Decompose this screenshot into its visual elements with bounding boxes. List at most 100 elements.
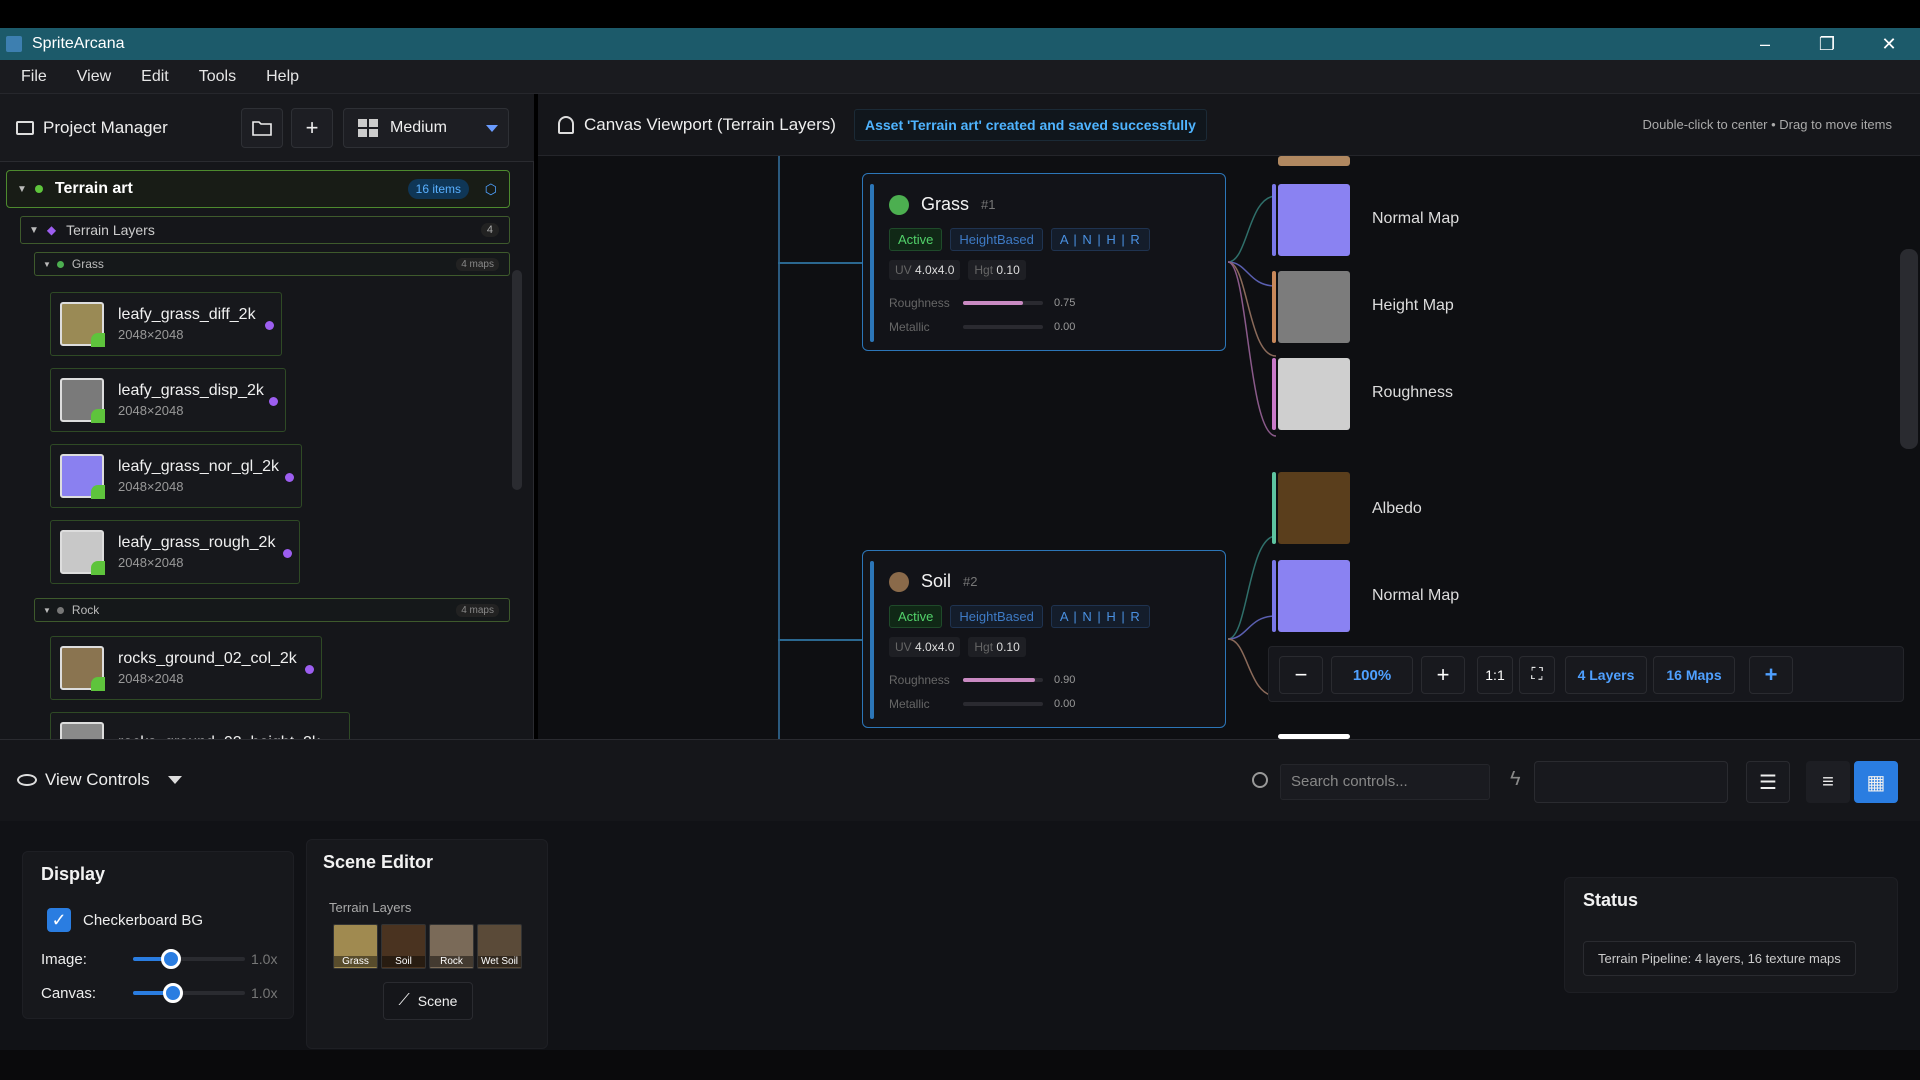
layer-node-soil[interactable]: Soil #2 Active HeightBased A | N | H | R… bbox=[862, 550, 1226, 728]
maps-count-button[interactable]: 16 Maps bbox=[1653, 656, 1735, 694]
metallic-slider[interactable] bbox=[963, 702, 1043, 706]
expand-arrow-icon[interactable]: ▼ bbox=[43, 606, 51, 615]
terrain-layer-thumb[interactable]: Soil bbox=[381, 924, 426, 969]
quick-action-input[interactable] bbox=[1534, 761, 1728, 803]
terrain-layer-thumb[interactable]: Grass bbox=[333, 924, 378, 969]
metallic-row: Metallic 0.00 bbox=[889, 697, 1189, 711]
expand-arrow-icon[interactable]: ▼ bbox=[17, 184, 27, 195]
add-layer-button[interactable]: + bbox=[1749, 656, 1793, 694]
channels-badge[interactable]: A | N | H | R bbox=[1050, 605, 1150, 628]
menu-file[interactable]: File bbox=[21, 68, 47, 86]
menu-tools[interactable]: Tools bbox=[199, 68, 236, 86]
success-toast: Asset 'Terrain art' created and saved su… bbox=[853, 108, 1207, 141]
expand-arrow-icon[interactable]: ▼ bbox=[43, 260, 51, 269]
list-item[interactable]: rocks_ground_02_height_2k bbox=[50, 712, 350, 739]
map-count: 4 maps bbox=[456, 603, 499, 617]
expand-arrow-icon[interactable]: ▼ bbox=[29, 225, 39, 236]
folder-icon bbox=[16, 120, 34, 135]
view-controls-toggle[interactable]: View Controls bbox=[17, 770, 182, 790]
blend-mode-badge[interactable]: HeightBased bbox=[950, 228, 1043, 251]
bolt-icon[interactable]: ϟ bbox=[1510, 768, 1521, 791]
canvas-hint: Double-click to center • Drag to move it… bbox=[1642, 117, 1892, 132]
status-badge[interactable]: Active bbox=[889, 605, 943, 628]
slider-handle[interactable] bbox=[163, 983, 183, 1003]
tree-scrollbar[interactable] bbox=[512, 270, 522, 490]
cursor-icon bbox=[558, 115, 574, 134]
menu-view[interactable]: View bbox=[77, 68, 111, 86]
checkerboard-checkbox[interactable]: ✓ bbox=[47, 908, 71, 932]
uv-label: UV bbox=[895, 263, 912, 277]
blend-mode-badge[interactable]: HeightBased bbox=[950, 605, 1043, 628]
maximize-button[interactable]: ❐ bbox=[1796, 28, 1858, 60]
search-input[interactable]: Search controls... bbox=[1280, 764, 1490, 800]
menu-edit[interactable]: Edit bbox=[141, 68, 169, 86]
texture-map-roughness[interactable] bbox=[1272, 358, 1350, 430]
plus-icon: + bbox=[1764, 662, 1778, 687]
scene-button[interactable]: ⟋ Scene bbox=[383, 982, 473, 1020]
layer-count: 4 bbox=[480, 223, 499, 237]
connector-line bbox=[778, 156, 780, 739]
list-item[interactable]: rocks_ground_02_col_2k 2048×2048 bbox=[50, 636, 322, 700]
item-count-badge: 16 items bbox=[407, 179, 469, 199]
chevron-down-icon bbox=[486, 125, 498, 132]
texture-map-albedo[interactable] bbox=[1272, 472, 1350, 544]
canvas-scale-row: Canvas: 1.0x bbox=[41, 982, 291, 1004]
map-label: Albedo bbox=[1372, 500, 1422, 517]
layers-count-button[interactable]: 4 Layers bbox=[1565, 656, 1647, 694]
list-item[interactable]: leafy_grass_rough_2k 2048×2048 bbox=[50, 520, 300, 584]
asset-dims: 2048×2048 bbox=[118, 403, 184, 418]
add-asset-button[interactable]: + bbox=[291, 108, 333, 148]
thumbnail-size-select[interactable]: Medium bbox=[343, 108, 509, 148]
layer-node-grass[interactable]: Grass #1 Active HeightBased A | N | H | … bbox=[862, 173, 1226, 351]
roughness-slider[interactable] bbox=[963, 301, 1043, 305]
roughness-slider[interactable] bbox=[963, 678, 1043, 682]
canvas-scrollbar[interactable] bbox=[1900, 249, 1918, 449]
asset-name: leafy_grass_disp_2k bbox=[118, 382, 264, 399]
status-badge[interactable]: Active bbox=[889, 228, 943, 251]
canvas-scale-slider[interactable] bbox=[133, 983, 245, 1003]
fit-screen-button[interactable]: ⛶ bbox=[1519, 656, 1555, 694]
zoom-level[interactable]: 100% bbox=[1331, 656, 1413, 694]
minimize-button[interactable]: – bbox=[1734, 28, 1796, 60]
list-item[interactable]: leafy_grass_disp_2k 2048×2048 bbox=[50, 368, 286, 432]
chart-line-icon: ⟋ bbox=[398, 992, 410, 1009]
texture-thumbnail bbox=[60, 646, 105, 691]
chevron-down-icon bbox=[167, 776, 182, 784]
project-manager-panel: Project Manager + Medium ▼ Terrain art 1… bbox=[0, 94, 534, 739]
scene-editor-card: Scene Editor Terrain Layers Grass Soil R… bbox=[306, 839, 548, 1049]
list-view-button[interactable]: ≡ bbox=[1806, 761, 1850, 803]
status-dot bbox=[34, 185, 43, 193]
menu-bar: File View Edit Tools Help bbox=[0, 60, 1920, 94]
terrain-layer-thumb[interactable]: Rock bbox=[429, 924, 474, 969]
terrain-layer-thumb[interactable]: Wet Soil bbox=[477, 924, 522, 969]
tree-group-rock[interactable]: ▼ Rock 4 maps bbox=[34, 598, 510, 622]
tree-group-terrain-layers[interactable]: ▼ ◆ Terrain Layers 4 bbox=[20, 216, 510, 244]
image-scale-slider[interactable] bbox=[133, 949, 245, 969]
slider-handle[interactable] bbox=[161, 949, 181, 969]
tree-group-grass[interactable]: ▼ Grass 4 maps bbox=[34, 252, 510, 276]
asset-dims: 2048×2048 bbox=[118, 327, 184, 342]
hgt-label: Hgt bbox=[974, 263, 994, 277]
app-logo-icon bbox=[6, 36, 22, 52]
cube-icon[interactable]: ⬡ bbox=[485, 181, 497, 198]
zoom-in-button[interactable]: + bbox=[1421, 656, 1465, 694]
canvas-viewport[interactable]: Canvas Viewport (Terrain Layers) Asset '… bbox=[538, 94, 1920, 739]
layer-color-dot bbox=[889, 571, 909, 592]
canvas-title: Canvas Viewport (Terrain Layers) bbox=[584, 114, 836, 134]
grid-view-button[interactable]: ▦ bbox=[1854, 761, 1898, 803]
zoom-reset-button[interactable]: 1:1 bbox=[1477, 656, 1513, 694]
close-button[interactable]: ✕ bbox=[1858, 28, 1920, 60]
list-item[interactable]: leafy_grass_nor_gl_2k 2048×2048 bbox=[50, 444, 302, 508]
sort-button[interactable]: ☰ bbox=[1746, 761, 1790, 803]
list-item[interactable]: leafy_grass_diff_2k 2048×2048 bbox=[50, 292, 282, 356]
tree-root-terrain-art[interactable]: ▼ Terrain art 16 items ⬡ bbox=[6, 170, 510, 208]
node-title: Soil bbox=[921, 571, 952, 591]
texture-map-normal[interactable] bbox=[1272, 184, 1350, 256]
open-folder-button[interactable] bbox=[241, 108, 283, 148]
zoom-out-button[interactable]: − bbox=[1279, 656, 1323, 694]
texture-map-normal[interactable] bbox=[1272, 560, 1350, 632]
texture-map-height[interactable] bbox=[1272, 271, 1350, 343]
metallic-slider[interactable] bbox=[963, 325, 1043, 329]
menu-help[interactable]: Help bbox=[266, 68, 299, 86]
channels-badge[interactable]: A | N | H | R bbox=[1050, 228, 1150, 251]
